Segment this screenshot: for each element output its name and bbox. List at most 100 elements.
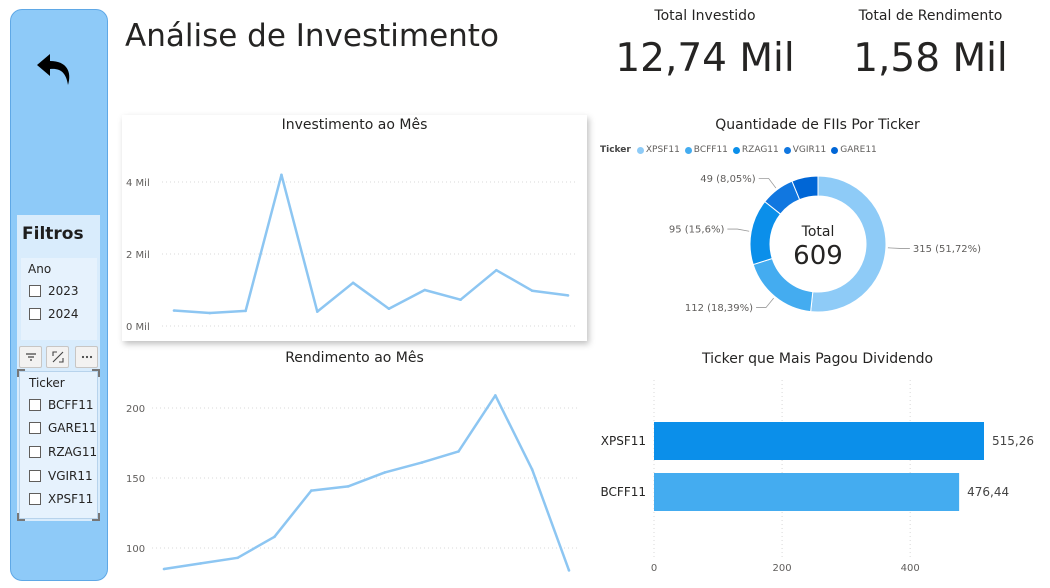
y-tick-label: 0 Mil: [126, 322, 150, 333]
donut-chart-title: Quantidade de FIIs Por Ticker: [715, 117, 920, 133]
focus-mode-button[interactable]: [46, 346, 69, 368]
bar-value-label: 515,26: [992, 434, 1034, 448]
legend-dot-icon: [783, 146, 791, 154]
filter-icon: [25, 353, 36, 361]
bar-category-label: BCFF11: [601, 485, 646, 499]
data-point: [315, 310, 319, 313]
investimento-line-chart[interactable]: 0 Mil 2 Mil 4 Mil: [122, 138, 587, 338]
data-point: [383, 471, 387, 474]
ano-option-label: 2023: [48, 284, 79, 298]
ticker-option-label: XPSF11: [48, 492, 94, 506]
dividend-bar-chart[interactable]: 0 200 400 XPSF11 515,26 BCFF11 476,44: [595, 372, 1035, 582]
data-point: [309, 489, 313, 492]
filter-panel-title: Filtros: [22, 224, 84, 244]
data-point: [530, 289, 534, 293]
data-point: [420, 461, 424, 464]
ticker-option-rzag11[interactable]: RZAG11: [29, 445, 97, 459]
data-point: [495, 268, 498, 272]
selection-handle[interactable]: [17, 369, 25, 377]
checkbox-icon[interactable]: [29, 308, 41, 320]
selection-handle[interactable]: [92, 513, 100, 521]
donut-center-label: Total: [801, 224, 835, 240]
investimento-chart-title: Investimento ao Mês: [281, 117, 428, 133]
rendimento-line-chart[interactable]: 100 150 200: [122, 372, 587, 584]
x-tick-label: 200: [773, 563, 792, 574]
legend-item[interactable]: GARE11: [831, 145, 877, 155]
ticker-option-label: VGIR11: [48, 469, 93, 483]
donut-center-value: 609: [793, 241, 843, 271]
y-tick-label: 2 Mil: [126, 250, 150, 261]
y-tick-label: 100: [126, 544, 145, 555]
legend-title: Ticker: [600, 145, 631, 155]
data-point: [236, 556, 239, 560]
data-point: [199, 562, 203, 565]
checkbox-icon[interactable]: [29, 399, 41, 411]
checkbox-icon[interactable]: [29, 285, 41, 297]
legend-label: XPSF11: [645, 145, 680, 155]
bar-category-label: XPSF11: [601, 434, 646, 448]
x-tick-label: 0: [651, 563, 657, 574]
data-point: [244, 309, 247, 313]
data-label-leader: [756, 297, 774, 308]
legend-item[interactable]: VGIR11: [783, 145, 826, 155]
ticker-option-gare11[interactable]: GARE11: [29, 421, 97, 435]
slice-data-label: 315 (51,72%): [913, 244, 981, 255]
ano-slicer: Ano 2023 2024: [21, 258, 97, 340]
ticker-option-label: RZAG11: [48, 445, 98, 459]
data-point: [387, 307, 391, 311]
legend-dot-icon: [831, 146, 839, 154]
selection-handle[interactable]: [92, 369, 100, 377]
bar-chart-title: Ticker que Mais Pagou Dividendo: [701, 351, 934, 367]
ano-slicer-label: Ano: [28, 262, 52, 276]
kpi-label: Total de Rendimento: [858, 8, 1003, 24]
data-point: [494, 394, 497, 397]
bar-value-label: 476,44: [967, 485, 1009, 499]
slice-data-label: 112 (18,39%): [685, 303, 753, 314]
selection-handle[interactable]: [17, 513, 25, 521]
legend-dot-icon: [636, 146, 644, 154]
ticker-option-label: BCFF11: [48, 398, 94, 412]
y-tick-label: 200: [126, 404, 145, 415]
donut-legend: Ticker XPSF11 BCFF11 RZAG11 VGIR11 GARE1…: [600, 145, 882, 155]
ano-option-2023[interactable]: 2023: [29, 284, 79, 298]
ticker-option-xpsf11[interactable]: XPSF11: [29, 492, 93, 506]
back-button[interactable]: [34, 50, 76, 90]
data-point: [423, 288, 427, 292]
more-options-button[interactable]: [75, 346, 98, 368]
ticker-option-label: GARE11: [48, 421, 97, 435]
ticker-option-bcff11[interactable]: BCFF11: [29, 398, 93, 412]
data-point: [273, 535, 276, 539]
data-label-leader: [758, 178, 777, 189]
data-point: [566, 294, 570, 297]
donut-chart[interactable]: 315 (51,72%) 112 (18,39%) 95 (15,6%) 49 (8,…: [600, 160, 1035, 330]
legend-item[interactable]: RZAG11: [732, 145, 779, 155]
more-options-icon: [81, 355, 92, 359]
slice-data-label: 95 (15,6%): [669, 225, 725, 236]
data-point: [567, 569, 571, 572]
kpi-value: 12,74 Mil: [615, 36, 795, 81]
checkbox-icon[interactable]: [29, 422, 41, 434]
checkbox-icon[interactable]: [29, 470, 41, 482]
y-tick-label: 4 Mil: [126, 178, 150, 189]
series-line: [163, 394, 571, 571]
checkbox-icon[interactable]: [29, 493, 41, 505]
data-point: [457, 450, 460, 453]
bar: [654, 422, 984, 460]
ano-option-2024[interactable]: 2024: [29, 307, 79, 321]
data-point: [280, 173, 283, 177]
checkbox-icon[interactable]: [29, 446, 41, 458]
legend-item[interactable]: XPSF11: [636, 145, 680, 155]
legend-dot-icon: [684, 146, 692, 154]
data-point: [346, 485, 350, 488]
filter-toolbar-button[interactable]: [19, 346, 42, 368]
kpi-label: Total Investido: [654, 8, 756, 24]
focus-mode-icon: [51, 351, 64, 363]
data-label-leader: [887, 247, 910, 249]
kpi-value: 1,58 Mil: [853, 36, 1008, 81]
legend-item[interactable]: BCFF11: [684, 145, 728, 155]
bar: [654, 473, 960, 511]
data-point: [530, 468, 534, 471]
legend-label: BCFF11: [693, 145, 728, 155]
ticker-option-vgir11[interactable]: VGIR11: [29, 469, 93, 483]
page-title: Análise de Investimento: [125, 18, 499, 54]
